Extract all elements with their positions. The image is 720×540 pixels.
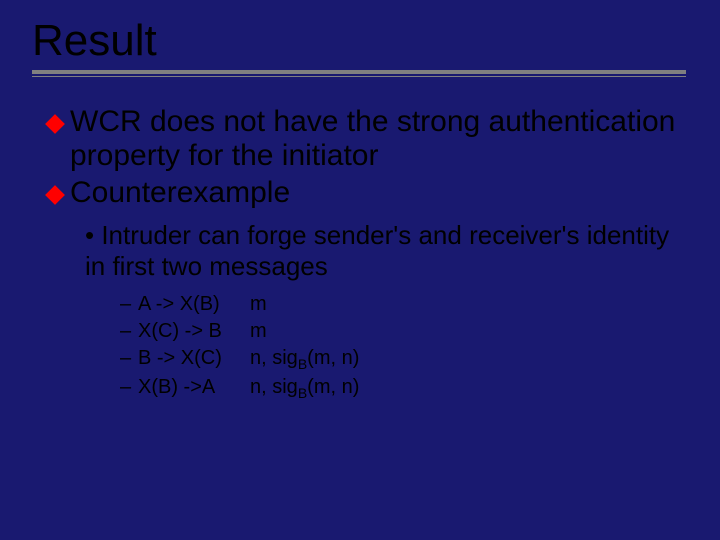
diamond-icon <box>45 185 65 205</box>
bullet-counterexample: Counterexample <box>48 176 690 210</box>
msg-1-left: A -> X(B) <box>138 291 250 318</box>
bullet-wcr: WCR does not have the strong authenticat… <box>48 105 690 172</box>
msg-row-2: –X(C) -> Bm <box>120 318 690 345</box>
title-rule-thick <box>32 70 686 74</box>
msg-3-right: n, sigB(m, n) <box>250 345 359 374</box>
msg-row-3: –B -> X(C)n, sigB(m, n) <box>120 345 690 374</box>
dash-icon: – <box>120 291 138 318</box>
diamond-icon <box>45 114 65 134</box>
message-sequence: –A -> X(B)m –X(C) -> Bm –B -> X(C)n, sig… <box>120 291 690 403</box>
dash-icon: – <box>120 374 138 401</box>
dash-icon: – <box>120 318 138 345</box>
msg-4-left: X(B) ->A <box>138 374 250 401</box>
sub-bullet-intruder: Intruder can forge sender's and receiver… <box>85 220 690 281</box>
msg-3-left: B -> X(C) <box>138 345 250 372</box>
bullet-wcr-text: WCR does not have the strong authenticat… <box>70 105 690 172</box>
msg-row-4: –X(B) ->An, sigB(m, n) <box>120 374 690 403</box>
msg-2-right: m <box>250 318 267 345</box>
bullet-counterexample-text: Counterexample <box>70 176 690 210</box>
slide: Result WCR does not have the strong auth… <box>0 0 720 540</box>
title-rule-thin <box>32 76 686 77</box>
slide-title: Result <box>32 18 690 64</box>
msg-row-1: –A -> X(B)m <box>120 291 690 318</box>
msg-4-right: n, sigB(m, n) <box>250 374 359 403</box>
msg-2-left: X(C) -> B <box>138 318 250 345</box>
dash-icon: – <box>120 345 138 372</box>
slide-body: WCR does not have the strong authenticat… <box>30 105 690 403</box>
msg-1-right: m <box>250 291 267 318</box>
